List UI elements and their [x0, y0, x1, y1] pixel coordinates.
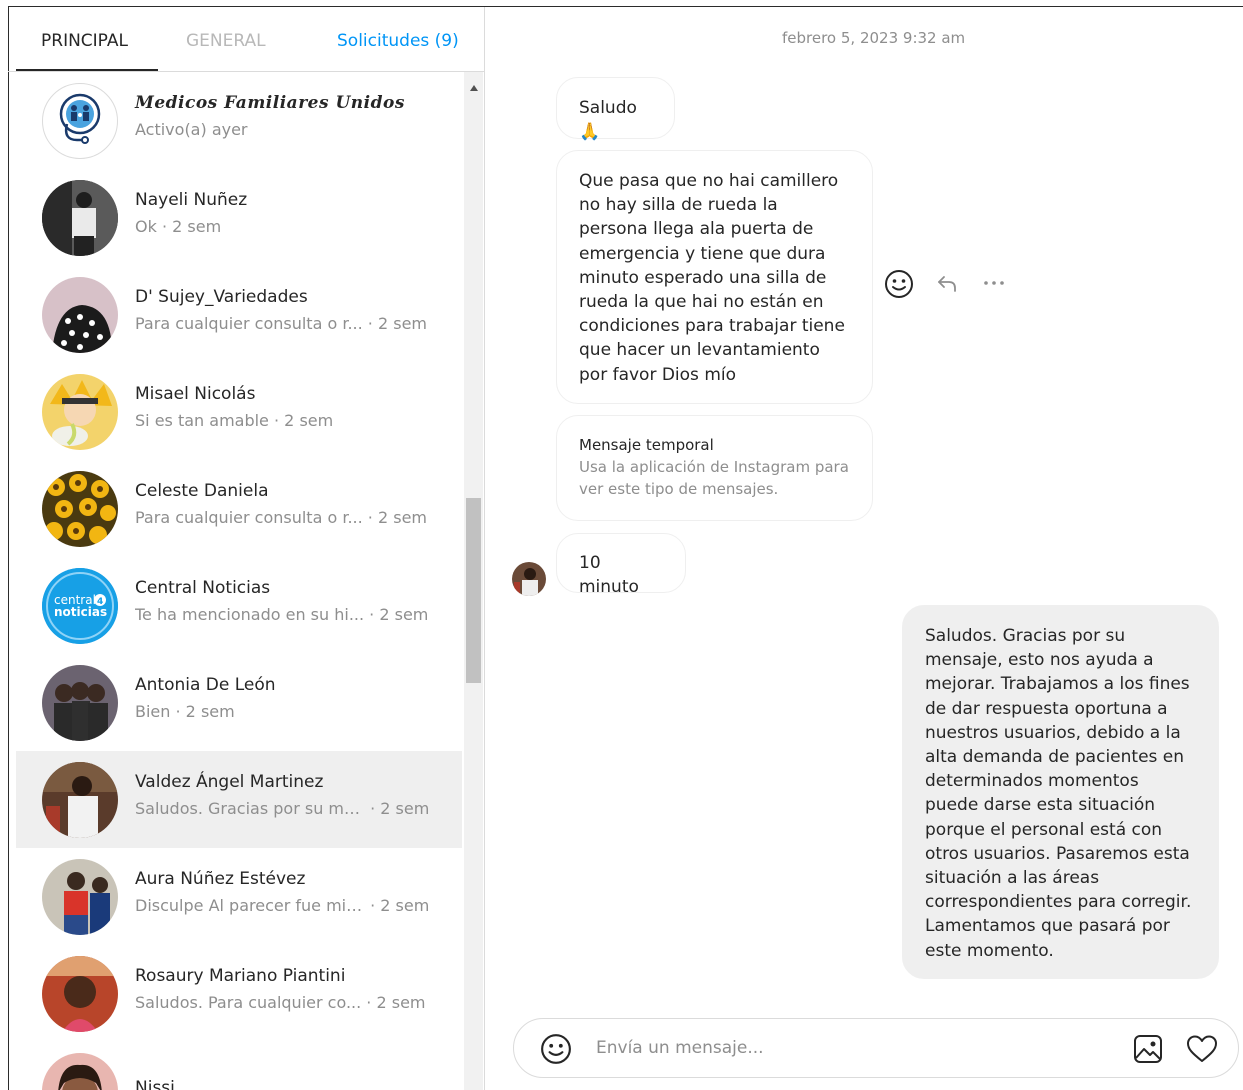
avatar: central 4 noticias: [42, 568, 118, 644]
conversation-preview: Si es tan amable · 2 sem: [135, 411, 334, 430]
conversation-preview: Para cualquier consulta o r... · 2 sem: [135, 314, 427, 333]
conversation-item[interactable]: Celeste Daniela Para cualquier consulta …: [16, 460, 462, 557]
temporary-message-subtitle: Usa la aplicación de Instagram para ver …: [579, 458, 849, 498]
conversation-name: D' Sujey_Variedades: [135, 287, 308, 307]
active-tab-indicator: [16, 69, 158, 71]
conversation-item[interactable]: Medicos Familiares Unidos Activo(a) ayer: [16, 72, 462, 169]
conversation-item[interactable]: Misael Nicolás Si es tan amable · 2 sem: [16, 363, 462, 460]
emoji-icon[interactable]: [884, 269, 914, 303]
conversation-item[interactable]: Antonia De León Bien · 2 sem: [16, 654, 462, 751]
avatar: [42, 471, 118, 547]
conversation-name: Aura Núñez Estévez: [135, 869, 306, 889]
scrollbar-thumb[interactable]: [466, 498, 481, 683]
tab-principal[interactable]: PRINCIPAL: [41, 31, 128, 51]
conversation-preview: Para cualquier consulta o r... · 2 sem: [135, 508, 427, 527]
conversation-item[interactable]: central 4 noticias Central Noticias Te h…: [16, 557, 462, 654]
conversation-preview: Saludos. Para cualquier co... · 2 sem: [135, 993, 426, 1012]
avatar: [42, 859, 118, 935]
avatar: [42, 1053, 118, 1090]
message-bubble[interactable]: 10 minuto: [556, 533, 686, 597]
reply-icon[interactable]: [936, 273, 958, 299]
message-composer: [513, 1018, 1239, 1078]
conversation-preview: Activo(a) ayer: [135, 120, 248, 139]
conversation-preview: Ok · 2 sem: [135, 217, 222, 236]
chat-panel: febrero 5, 2023 9:32 am Saludo 🙏 Que pas…: [486, 7, 1243, 1090]
avatar: [42, 665, 118, 741]
conversation-name: Misael Nicolás: [135, 384, 256, 404]
conversation-item[interactable]: D' Sujey_Variedades Para cualquier consu…: [16, 266, 462, 363]
avatar: [42, 956, 118, 1032]
heart-icon[interactable]: [1186, 1034, 1218, 1068]
avatar: [42, 762, 118, 838]
temporary-message-title: Mensaje temporal: [579, 436, 714, 454]
avatar: [42, 83, 118, 159]
temporary-message-bubble[interactable]: Mensaje temporal Usa la aplicación de In…: [556, 415, 873, 521]
conversation-name: Celeste Daniela: [135, 481, 269, 501]
message-input[interactable]: [594, 1037, 1098, 1059]
conversation-list: Medicos Familiares Unidos Activo(a) ayer…: [16, 72, 462, 1090]
message-bubble[interactable]: Saludo 🙏: [556, 77, 675, 142]
message-bubble[interactable]: Que pasa que no hai camillero no hay sil…: [556, 150, 873, 404]
conversation-item[interactable]: Rosaury Mariano Piantini Saludos. Para c…: [16, 945, 462, 1042]
conversation-item[interactable]: Aura Núñez Estévez Disculpe Al parecer f…: [16, 848, 462, 945]
conversation-name: Valdez Ángel Martinez: [135, 772, 324, 792]
avatar: [42, 277, 118, 353]
logo-text: noticias: [54, 605, 107, 619]
conversation-preview: Disculpe Al parecer fue mi ... · 2 sem: [135, 896, 430, 915]
conversation-preview: Te ha mencionado en su hi... · 2 sem: [135, 605, 429, 624]
tab-general[interactable]: GENERAL: [186, 31, 266, 51]
conversation-item[interactable]: Nayeli Nuñez Ok · 2 sem: [16, 169, 462, 266]
more-icon[interactable]: [982, 275, 1006, 295]
inbox-panel: PRINCIPAL GENERAL Solicitudes (9) Medico…: [8, 7, 485, 1090]
tab-solicitudes[interactable]: Solicitudes (9): [337, 31, 459, 51]
sent-message-bubble[interactable]: Saludos. Gracias por su mensaje, esto no…: [902, 605, 1219, 979]
conversation-name: Nissi: [135, 1078, 175, 1090]
avatar: [42, 180, 118, 256]
message-timestamp: febrero 5, 2023 9:32 am: [782, 29, 966, 47]
conversation-name: Antonia De León: [135, 675, 276, 695]
conversation-name: Central Noticias: [135, 578, 271, 598]
avatar: [42, 374, 118, 450]
conversation-item[interactable]: Nissi: [16, 1042, 462, 1090]
image-icon[interactable]: [1133, 1034, 1163, 1068]
conversation-name: Rosaury Mariano Piantini: [135, 966, 346, 986]
conversation-name: Medicos Familiares Unidos: [135, 93, 405, 113]
conversation-preview: Saludos. Gracias por su me... · 2 sem: [135, 799, 430, 818]
conversation-name: Nayeli Nuñez: [135, 190, 248, 210]
conversation-preview: Bien · 2 sem: [135, 702, 235, 721]
sender-avatar: [512, 562, 546, 596]
scroll-up-arrow-icon[interactable]: [470, 85, 478, 91]
conversation-item-active[interactable]: Valdez Ángel Martinez Saludos. Gracias p…: [16, 751, 462, 848]
emoji-icon[interactable]: [540, 1033, 572, 1069]
inbox-tabs: PRINCIPAL GENERAL Solicitudes (9): [8, 7, 484, 72]
